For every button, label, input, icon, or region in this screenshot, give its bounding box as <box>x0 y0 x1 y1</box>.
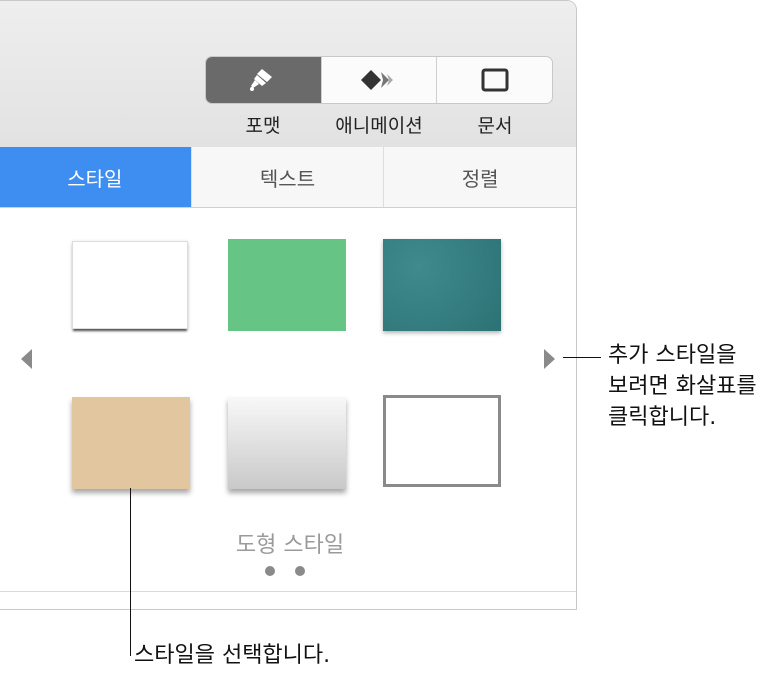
animate-segment-label: 애니메이션 <box>335 115 423 137</box>
inspector-segmented-control <box>205 56 553 104</box>
select-callout-leader <box>130 488 131 656</box>
format-segment-button[interactable] <box>206 57 322 103</box>
inspector-tabs: 스타일 텍스트 정렬 <box>0 147 576 208</box>
document-icon <box>481 68 509 92</box>
style-swatch-tan[interactable] <box>72 397 190 489</box>
page-indicator <box>265 566 305 576</box>
arrow-callout-line-1: 추가 스타일을 <box>608 343 737 368</box>
arrow-callout-text: 추가 스타일을 보려면 화살표를 클릭합니다. <box>608 340 757 433</box>
divider <box>0 591 576 592</box>
inspector-toolbar: 포맷 애니메이션 문서 <box>0 1 576 148</box>
document-segment-button[interactable] <box>437 57 552 103</box>
shape-styles-label: 도형 스타일 <box>235 533 345 558</box>
tab-text[interactable]: 텍스트 <box>192 147 385 207</box>
animate-segment-button[interactable] <box>322 57 438 103</box>
tab-arrange[interactable]: 정렬 <box>384 147 576 207</box>
style-swatch-gray-gradient[interactable] <box>228 397 346 489</box>
diamond-animation-icon <box>361 70 393 90</box>
previous-styles-arrow[interactable] <box>21 349 32 369</box>
style-swatch-green[interactable] <box>228 239 346 331</box>
style-swatch-outline[interactable] <box>383 395 501 487</box>
format-segment-label: 포맷 <box>245 115 281 137</box>
page-dot-1[interactable] <box>265 566 275 576</box>
arrow-callout-line-2: 보려면 화살표를 <box>608 374 757 399</box>
paintbrush-icon <box>250 69 273 91</box>
document-segment-label: 문서 <box>477 115 513 137</box>
page-dot-2[interactable] <box>295 566 305 576</box>
tab-style[interactable]: 스타일 <box>0 147 192 207</box>
arrow-callout-line-3: 클릭합니다. <box>608 405 717 430</box>
style-swatch-teal-texture[interactable] <box>383 239 501 331</box>
arrow-callout-leader <box>563 357 601 358</box>
next-styles-arrow[interactable] <box>544 349 555 369</box>
format-inspector-panel: 포맷 애니메이션 문서 스타일 텍스트 정렬 도형 스타일 <box>0 0 577 610</box>
style-swatch-paper-white[interactable] <box>72 241 188 329</box>
select-callout-text: 스타일을 선택합니다. <box>134 643 331 668</box>
